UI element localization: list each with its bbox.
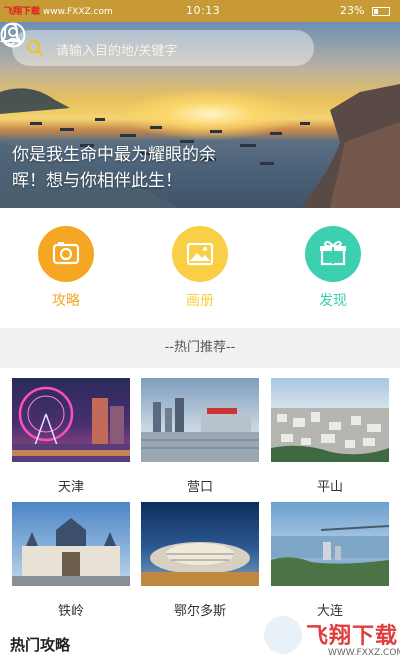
category-guide-circle — [38, 226, 94, 282]
destination-tile-ordos[interactable]: 鄂尔多斯 — [141, 502, 259, 619]
destination-photo — [271, 378, 389, 462]
destination-tile-tianjin[interactable]: 天津 — [12, 378, 130, 495]
destination-photo — [141, 378, 259, 462]
search-input[interactable]: 请输入目的地/关键字 — [56, 40, 177, 59]
section-guides-title: 热门攻略 — [10, 636, 71, 654]
section-recommend-title: --热门推荐-- — [0, 328, 400, 368]
destination-photo — [12, 502, 130, 586]
category-row: 攻略 画册 发现 — [0, 208, 400, 328]
search-bar[interactable]: 请输入目的地/关键字 — [12, 30, 314, 66]
category-album-label: 画册 — [186, 293, 214, 309]
destination-grid: 天津 营口 平山 铁岭 鄂尔多斯 大连 — [0, 368, 400, 628]
category-album[interactable]: 画册 — [160, 226, 240, 310]
gift-icon — [320, 240, 346, 266]
category-album-circle — [172, 226, 228, 282]
destination-name: 铁岭 — [57, 604, 84, 619]
image-icon — [186, 242, 214, 266]
category-discover-label: 发现 — [319, 293, 347, 309]
hero-quote: 你是我生命中最为耀眼的余 晖！想与你相伴此生！ — [12, 142, 262, 194]
hero-quote-line1: 你是我生命中最为耀眼的余 — [12, 145, 216, 165]
battery-percent: 23% — [340, 4, 365, 17]
destination-tile-dalian[interactable]: 大连 — [271, 502, 389, 619]
category-guide[interactable]: 攻略 — [26, 226, 106, 310]
category-discover-circle — [305, 226, 361, 282]
destination-name: 平山 — [316, 480, 343, 495]
battery-icon — [372, 6, 390, 16]
destination-photo — [141, 502, 259, 586]
user-icon[interactable] — [0, 22, 26, 48]
category-guide-label: 攻略 — [52, 293, 80, 309]
status-bar: 飞翔下载 www.FXXZ.com 10:13 23% — [0, 0, 400, 22]
destination-name: 鄂尔多斯 — [173, 604, 226, 619]
watermark-logo: 飞翔下载 WWW.FXXZ.COM — [262, 614, 400, 667]
status-watermark: 飞翔下载 www.FXXZ.com — [4, 7, 113, 17]
camera-icon — [52, 242, 80, 265]
destination-name: 天津 — [57, 480, 84, 495]
destination-tile-yingkou[interactable]: 营口 — [141, 378, 259, 495]
destination-photo — [271, 502, 389, 586]
watermark-icon — [264, 616, 302, 654]
category-discover[interactable]: 发现 — [293, 226, 373, 310]
hero-quote-line2: 晖！想与你相伴此生！ — [12, 171, 182, 191]
hero-banner[interactable]: 请输入目的地/关键字 你是我生命中最为耀眼的余 晖！想与你相伴此生！ — [0, 22, 400, 208]
search-icon — [27, 40, 43, 56]
destination-tile-tieling[interactable]: 铁岭 — [12, 502, 130, 619]
destination-photo — [12, 378, 130, 462]
status-time: 10:13 — [186, 4, 221, 17]
watermark-title: 飞翔下载 — [306, 624, 399, 649]
destination-name: 营口 — [186, 480, 213, 495]
watermark-url: WWW.FXXZ.COM — [328, 648, 400, 658]
status-right: 23% — [340, 4, 390, 17]
destination-tile-pingshan[interactable]: 平山 — [271, 378, 389, 495]
